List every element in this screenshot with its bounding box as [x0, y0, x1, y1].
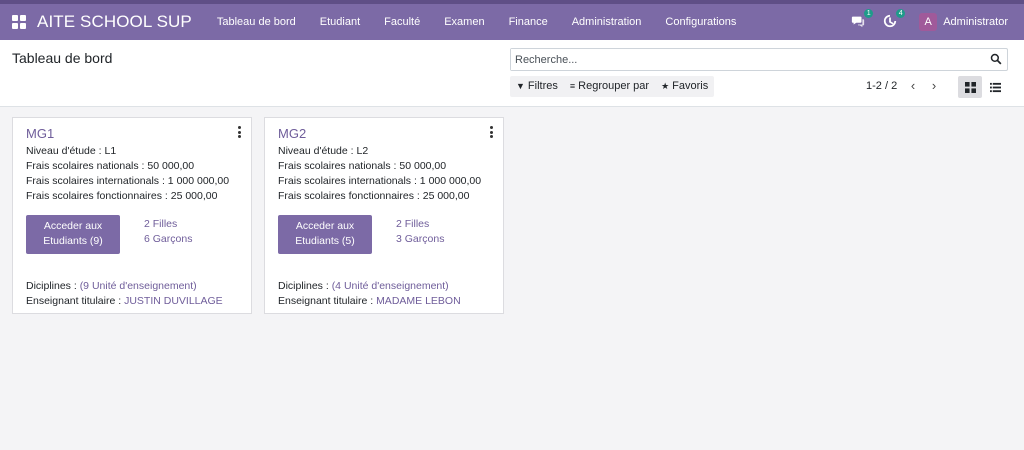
disciplines-label: Diciplines : — [278, 280, 332, 292]
study-level: Niveau d'étude : L2 — [278, 145, 369, 157]
disciplines-row: Diciplines : (9 Unité d'enseignement) — [26, 280, 197, 292]
filters-label: Filtres — [527, 80, 558, 92]
menu-item-administration[interactable]: Administration — [560, 4, 654, 40]
menu-item-configurations[interactable]: Configurations — [653, 4, 748, 40]
menu-item-faculty[interactable]: Faculté — [372, 4, 432, 40]
disciplines-label: Diciplines : — [26, 280, 80, 292]
list-view-button[interactable] — [983, 76, 1007, 98]
menu-item-student[interactable]: Etudiant — [308, 4, 372, 40]
staff-fees: Frais scolaires fonctionnaires : 25 000,… — [278, 190, 470, 202]
control-panel: Tableau de bord ▼ Filtres ≡ Regrouper pa… — [0, 40, 1024, 107]
search-box — [510, 48, 1008, 71]
group-by-label: Regrouper par — [578, 80, 650, 92]
kanban-card[interactable]: MG2 Niveau d'étude : L2 Frais scolaires … — [264, 117, 504, 314]
search-options-bar: ▼ Filtres ≡ Regrouper par ★ Favoris — [510, 76, 715, 97]
user-avatar[interactable]: A — [919, 13, 938, 31]
access-students-button[interactable]: Acceder aux Etudiants (9) — [26, 215, 120, 254]
main-menu: Tableau de bord Etudiant Faculté Examen … — [205, 4, 749, 40]
pager-value[interactable]: 1-2 / 2 — [866, 80, 897, 92]
app-brand[interactable]: AITE SCHOOL SUP — [37, 12, 192, 32]
messages-badge: 1 — [864, 9, 874, 18]
filters-button[interactable]: ▼ Filtres — [510, 76, 564, 97]
menu-item-dashboard[interactable]: Tableau de bord — [205, 4, 308, 40]
girls-count-link[interactable]: 2 Filles — [396, 218, 429, 230]
staff-fees: Frais scolaires fonctionnaires : 25 000,… — [26, 190, 218, 202]
card-dropdown-icon[interactable] — [490, 126, 494, 138]
access-button-line2: Etudiants (9) — [43, 235, 103, 247]
menu-item-finance[interactable]: Finance — [497, 4, 560, 40]
top-navbar: AITE SCHOOL SUP Tableau de bord Etudiant… — [0, 0, 1024, 40]
group-by-button[interactable]: ≡ Regrouper par — [564, 76, 655, 97]
kanban-grid-icon — [964, 81, 976, 93]
kanban-card[interactable]: MG1 Niveau d'étude : L1 Frais scolaires … — [12, 117, 252, 314]
list-icon — [989, 82, 1001, 92]
international-fees: Frais scolaires internationals : 1 000 0… — [26, 175, 230, 187]
national-fees: Frais scolaires nationals : 50 000,00 — [278, 160, 447, 172]
search-icon[interactable] — [990, 53, 1002, 65]
boys-count-link[interactable]: 6 Garçons — [144, 233, 192, 245]
menu-item-exam[interactable]: Examen — [432, 4, 496, 40]
card-dropdown-icon[interactable] — [238, 126, 242, 138]
teacher-label: Enseignant titulaire : — [278, 295, 377, 307]
teacher-link[interactable]: MADAME LEBON — [376, 295, 461, 307]
teacher-row: Enseignant titulaire : JUSTIN DUVILLAGE — [26, 295, 223, 307]
pager-next-icon[interactable]: › — [926, 78, 942, 94]
apps-menu-icon[interactable] — [12, 15, 26, 29]
teacher-label: Enseignant titulaire : — [26, 295, 125, 307]
page-title: Tableau de bord — [12, 50, 113, 66]
kanban-view-button[interactable] — [958, 76, 982, 98]
teacher-row: Enseignant titulaire : MADAME LEBON — [278, 295, 461, 307]
international-fees: Frais scolaires internationals : 1 000 0… — [278, 175, 482, 187]
girls-count-link[interactable]: 2 Filles — [144, 218, 177, 230]
study-level: Niveau d'étude : L1 — [26, 145, 117, 157]
filter-funnel-icon: ▼ — [516, 81, 525, 91]
access-students-button[interactable]: Acceder aux Etudiants (5) — [278, 215, 372, 254]
systray: 1 4 A Administrator — [851, 4, 1008, 40]
card-title[interactable]: MG2 — [278, 126, 306, 141]
user-name[interactable]: Administrator — [943, 16, 1008, 28]
pager-previous-icon[interactable]: ‹ — [905, 78, 921, 94]
access-button-line1: Acceder aux — [43, 220, 103, 232]
national-fees: Frais scolaires nationals : 50 000,00 — [26, 160, 195, 172]
star-icon: ★ — [661, 81, 670, 91]
access-button-line2: Etudiants (5) — [295, 235, 355, 247]
favorites-button[interactable]: ★ Favoris — [655, 76, 714, 97]
messages-icon[interactable]: 1 — [851, 9, 874, 30]
disciplines-row: Diciplines : (4 Unité d'enseignement) — [278, 280, 449, 292]
boys-count-link[interactable]: 3 Garçons — [396, 233, 444, 245]
access-button-line1: Acceder aux — [295, 220, 355, 232]
activities-clock-icon[interactable]: 4 — [883, 9, 906, 30]
group-by-bars-icon: ≡ — [569, 81, 576, 91]
teacher-link[interactable]: JUSTIN DUVILLAGE — [124, 295, 223, 307]
favorites-label: Favoris — [672, 80, 709, 92]
activities-badge: 4 — [896, 9, 906, 18]
disciplines-link[interactable]: (4 Unité d'enseignement) — [332, 280, 449, 292]
disciplines-link[interactable]: (9 Unité d'enseignement) — [80, 280, 197, 292]
card-title[interactable]: MG1 — [26, 126, 54, 141]
search-input[interactable] — [511, 49, 981, 70]
